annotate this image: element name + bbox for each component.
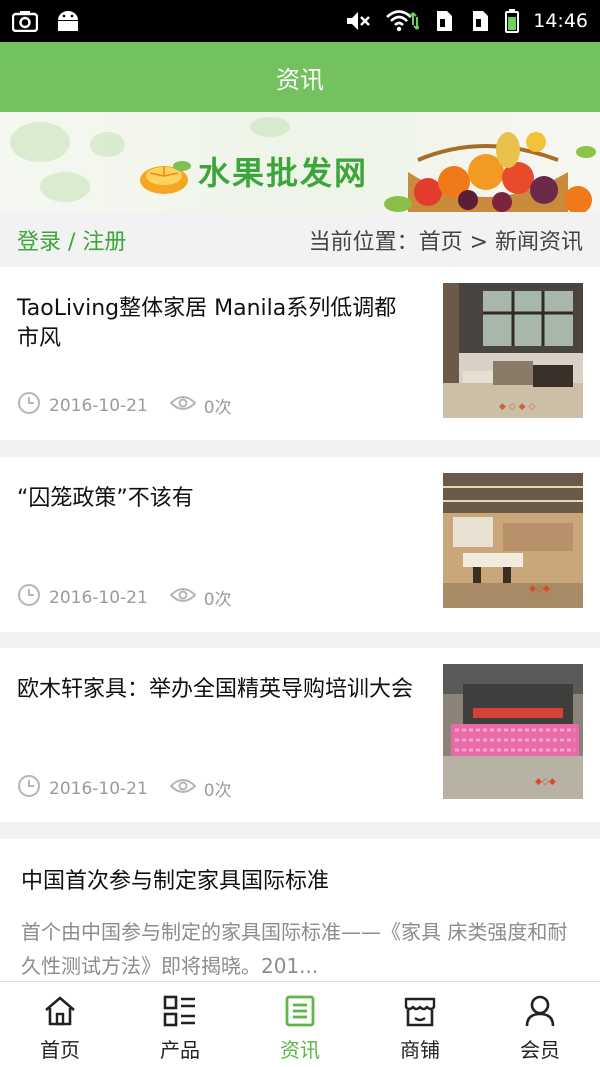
news-list-item[interactable]: 欧木轩家具：举办全国精英导购培训大会 2016-10-21 0次 ◆◇◆ — [0, 648, 600, 822]
svg-text:◆ ◇ ◆ ◇: ◆ ◇ ◆ ◇ — [499, 402, 535, 412]
battery-icon — [505, 9, 520, 33]
tab-label: 产品 — [160, 1038, 200, 1062]
news-views: 0次 — [203, 590, 232, 610]
clock-time: 14:46 — [533, 10, 588, 32]
tab-label: 首页 — [40, 1038, 80, 1062]
shop-icon — [403, 994, 437, 1028]
news-thumbnail-group-photo: ◆◇◆ — [443, 664, 583, 799]
fruit-basket-image — [368, 112, 600, 212]
news-title: TaoLiving整体家居 Manila系列低调都市风 — [17, 296, 397, 351]
tab-products[interactable]: 产品 — [120, 982, 240, 1067]
page-title: 资讯 — [276, 65, 324, 94]
svg-text:◆◇◆: ◆◇◆ — [535, 777, 556, 787]
news-list-item[interactable]: TaoLiving整体家居 Manila系列低调都市风 2016-10-21 0… — [0, 267, 600, 440]
clock-icon — [17, 391, 41, 420]
tab-member[interactable]: 会员 — [480, 982, 600, 1067]
nav-row: 登录 / 注册 当前位置：首页 > 新闻资讯 — [0, 212, 600, 267]
tab-shops[interactable]: 商铺 — [360, 982, 480, 1067]
breadcrumb: 当前位置：首页 > 新闻资讯 — [308, 229, 583, 255]
news-thumbnail-living-room: ◆ ◇ ◆ ◇ — [443, 283, 583, 418]
news-list-item-text[interactable]: 中国首次参与制定家具国际标准 首个由中国参与制定的家具国际标准——《家具 床类强… — [0, 839, 600, 981]
news-title: “囚笼政策”不该有 — [17, 486, 194, 511]
mute-icon — [345, 10, 371, 32]
screenshot-icon — [12, 10, 38, 32]
news-date: 2016-10-21 — [49, 587, 148, 608]
news-views: 0次 — [203, 398, 232, 418]
tab-label: 会员 — [520, 1038, 560, 1062]
news-title: 欧木轩家具：举办全国精英导购培训大会 — [17, 677, 414, 702]
site-name: 水果批发网 — [198, 154, 369, 192]
sim1-icon — [433, 9, 455, 33]
news-thumbnail-store: ◆◇◆ — [443, 473, 583, 608]
eye-icon — [169, 393, 197, 418]
clock-icon — [17, 583, 41, 612]
app-screen: 14:46 资讯 水果批发网 登录 / 注册 当前位置：首页 > 新闻资讯 Ta… — [0, 0, 600, 1067]
title-bar: 资讯 — [0, 42, 600, 112]
news-date: 2016-10-21 — [49, 778, 148, 799]
svg-text:◆◇◆: ◆◇◆ — [529, 584, 550, 594]
home-icon — [43, 994, 77, 1028]
news-title: 中国首次参与制定家具国际标准 — [21, 869, 330, 894]
news-meta: 2016-10-21 0次 — [17, 583, 232, 612]
news-meta: 2016-10-21 0次 — [17, 391, 232, 420]
status-bar: 14:46 — [0, 0, 600, 42]
news-views: 0次 — [203, 781, 232, 801]
site-banner[interactable]: 水果批发网 — [0, 112, 600, 212]
user-icon — [524, 994, 556, 1028]
tab-label: 资讯 — [280, 1038, 320, 1062]
android-icon — [56, 10, 80, 32]
tab-news[interactable]: 资讯 — [240, 982, 360, 1067]
login-register-link[interactable]: 登录 / 注册 — [17, 224, 126, 256]
news-summary: 首个由中国参与制定的家具国际标准——《家具 床类强度和耐久性测试方法》即将揭晓。… — [21, 920, 568, 978]
sim2-icon — [469, 9, 491, 33]
bottom-tab-bar: 首页 产品 资讯 商铺 会员 — [0, 981, 600, 1067]
clock-icon — [17, 774, 41, 803]
news-date: 2016-10-21 — [49, 395, 148, 416]
tab-label: 商铺 — [400, 1038, 440, 1062]
news-icon — [285, 994, 315, 1028]
orange-logo-icon — [138, 156, 194, 200]
news-meta: 2016-10-21 0次 — [17, 774, 232, 803]
tab-home[interactable]: 首页 — [0, 982, 120, 1067]
news-list-item[interactable]: “囚笼政策”不该有 2016-10-21 0次 ◆◇◆ — [0, 457, 600, 632]
eye-icon — [169, 776, 197, 801]
eye-icon — [169, 585, 197, 610]
grid-list-icon — [163, 994, 197, 1028]
wifi-icon — [385, 9, 420, 33]
